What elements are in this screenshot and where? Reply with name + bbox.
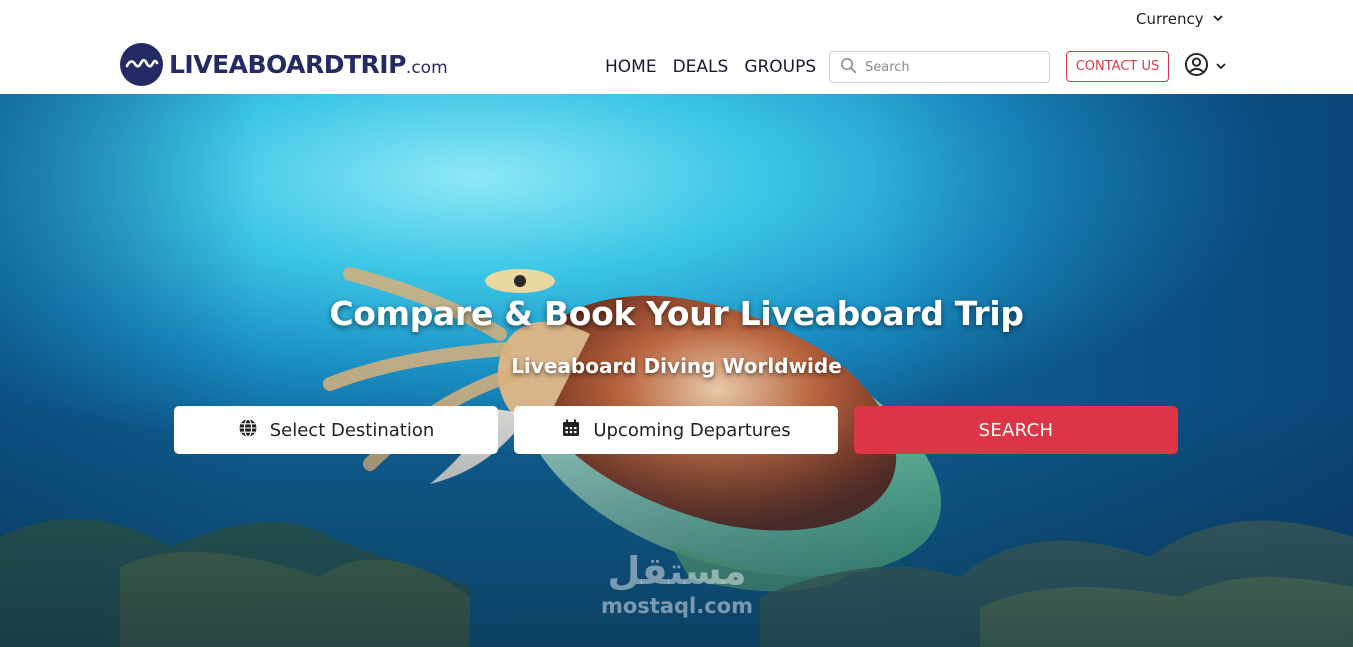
watermark-latin: mostaql.com bbox=[601, 594, 753, 618]
top-utility-bar: Currency bbox=[0, 0, 1353, 38]
search-input[interactable] bbox=[865, 59, 1035, 75]
chevron-down-icon bbox=[1215, 57, 1227, 76]
hero-title: Compare & Book Your Liveaboard Trip bbox=[329, 294, 1024, 333]
logo-brand: LIVEABOARDTRIP bbox=[169, 49, 406, 79]
calendar-icon bbox=[561, 418, 581, 443]
site-logo[interactable]: LIVEABOARDTRIP.com bbox=[120, 42, 448, 86]
logo-wordmark: LIVEABOARDTRIP.com bbox=[169, 50, 448, 79]
contact-us-button[interactable]: CONTACT US bbox=[1066, 51, 1169, 82]
wave-logo-icon bbox=[120, 42, 163, 86]
globe-icon bbox=[238, 418, 258, 443]
header-search[interactable] bbox=[829, 51, 1050, 83]
nav-deals[interactable]: DEALS bbox=[673, 57, 729, 77]
currency-dropdown[interactable]: Currency bbox=[1136, 10, 1224, 28]
watermark-arabic: مستقل bbox=[607, 549, 747, 593]
nav-groups[interactable]: GROUPS bbox=[744, 57, 816, 77]
hero-search-button[interactable]: SEARCH bbox=[854, 406, 1178, 454]
hero-banner: Compare & Book Your Liveaboard Trip Live… bbox=[0, 94, 1353, 647]
main-navbar: LIVEABOARDTRIP.com HOME DEALS GROUPS CON… bbox=[0, 38, 1353, 94]
user-account-menu[interactable] bbox=[1184, 52, 1227, 81]
logo-suffix: .com bbox=[405, 57, 448, 78]
destination-select[interactable]: Select Destination bbox=[174, 406, 498, 454]
search-icon bbox=[840, 57, 857, 78]
hero-subtitle: Liveaboard Diving Worldwide bbox=[511, 354, 842, 378]
departures-select[interactable]: Upcoming Departures bbox=[514, 406, 838, 454]
currency-label: Currency bbox=[1136, 10, 1204, 28]
user-circle-icon bbox=[1184, 52, 1209, 81]
departures-label: Upcoming Departures bbox=[593, 419, 791, 441]
primary-nav: HOME DEALS GROUPS bbox=[605, 57, 816, 77]
mostaql-watermark: مستقل mostaql.com bbox=[592, 549, 762, 619]
destination-label: Select Destination bbox=[269, 419, 435, 441]
chevron-down-icon bbox=[1212, 10, 1224, 28]
nav-home[interactable]: HOME bbox=[605, 57, 657, 77]
